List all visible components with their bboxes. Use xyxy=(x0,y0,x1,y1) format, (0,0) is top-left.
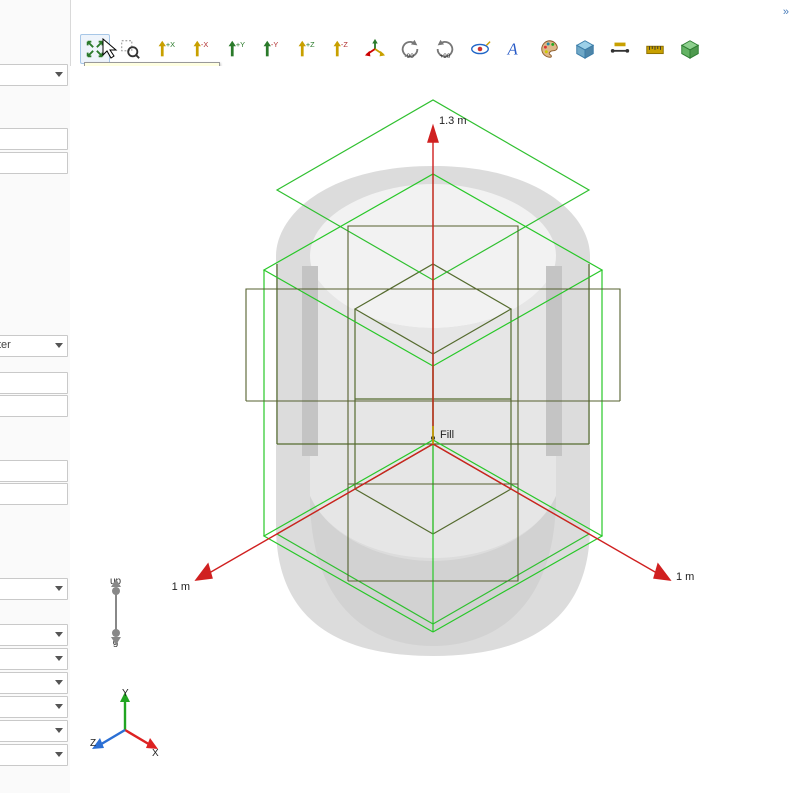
property-field[interactable] xyxy=(0,624,68,646)
rotate-minus-90-button[interactable]: -90 xyxy=(395,34,425,64)
property-field[interactable] xyxy=(0,672,68,694)
properties-panel: ter xyxy=(0,0,71,793)
view-isometric-button[interactable] xyxy=(360,34,390,64)
measure-linear-button[interactable] xyxy=(605,34,635,64)
zoom-selection-button[interactable] xyxy=(115,34,145,64)
svg-text:+Y: +Y xyxy=(236,40,245,49)
svg-text:A: A xyxy=(507,40,519,59)
gravity-indicator: up g xyxy=(110,576,121,648)
property-field[interactable] xyxy=(0,128,68,150)
property-field[interactable] xyxy=(0,720,68,742)
property-field[interactable] xyxy=(0,578,68,600)
property-field[interactable] xyxy=(0,64,68,86)
viewport-3d[interactable]: Fill 1.3 m 1 m 1 m xyxy=(70,66,793,793)
view-minus-y-button[interactable]: -Y xyxy=(255,34,285,64)
green-cube-button[interactable] xyxy=(675,34,705,64)
shaded-cube-button[interactable] xyxy=(570,34,600,64)
fit-extents-button[interactable] xyxy=(80,34,110,64)
axis-top-label: 1.3 m xyxy=(439,115,467,127)
eye-toggle-button[interactable] xyxy=(465,34,495,64)
property-field[interactable] xyxy=(0,395,68,417)
axis-right-label: 1 m xyxy=(676,571,694,583)
palette-button[interactable] xyxy=(535,34,565,64)
svg-text:Y: Y xyxy=(122,688,129,699)
property-field[interactable] xyxy=(0,744,68,766)
svg-text:X: X xyxy=(152,748,159,758)
property-field[interactable]: ter xyxy=(0,335,68,357)
view-plus-y-button[interactable]: +Y xyxy=(220,34,250,64)
overflow-chevron[interactable]: » xyxy=(783,6,787,18)
axis-left-label: 1 m xyxy=(172,581,190,593)
property-field[interactable] xyxy=(0,372,68,394)
property-field[interactable] xyxy=(0,696,68,718)
svg-text:+90: +90 xyxy=(440,53,451,60)
annotate-button[interactable]: A xyxy=(500,34,530,64)
property-field[interactable] xyxy=(0,483,68,505)
property-field[interactable] xyxy=(0,648,68,670)
orientation-triad: Y X Z xyxy=(90,688,160,761)
svg-text:-Z: -Z xyxy=(341,40,348,49)
svg-text:-Y: -Y xyxy=(271,40,278,49)
view-plus-x-button[interactable]: +X xyxy=(150,34,180,64)
property-field[interactable] xyxy=(0,152,68,174)
property-field[interactable] xyxy=(0,460,68,482)
view-plus-z-button[interactable]: +Z xyxy=(290,34,320,64)
svg-text:-X: -X xyxy=(201,40,208,49)
view-toolbar: +X -X +Y -Y +Z -Z -90 +90 A xyxy=(80,32,705,66)
svg-text:Z: Z xyxy=(90,738,96,749)
view-minus-z-button[interactable]: -Z xyxy=(325,34,355,64)
rotate-plus-90-button[interactable]: +90 xyxy=(430,34,460,64)
view-minus-x-button[interactable]: -X xyxy=(185,34,215,64)
svg-text:Fill: Fill xyxy=(440,429,454,441)
svg-text:+Z: +Z xyxy=(306,40,315,49)
svg-text:-90: -90 xyxy=(405,53,415,60)
svg-text:+X: +X xyxy=(166,40,175,49)
measure-tape-button[interactable] xyxy=(640,34,670,64)
